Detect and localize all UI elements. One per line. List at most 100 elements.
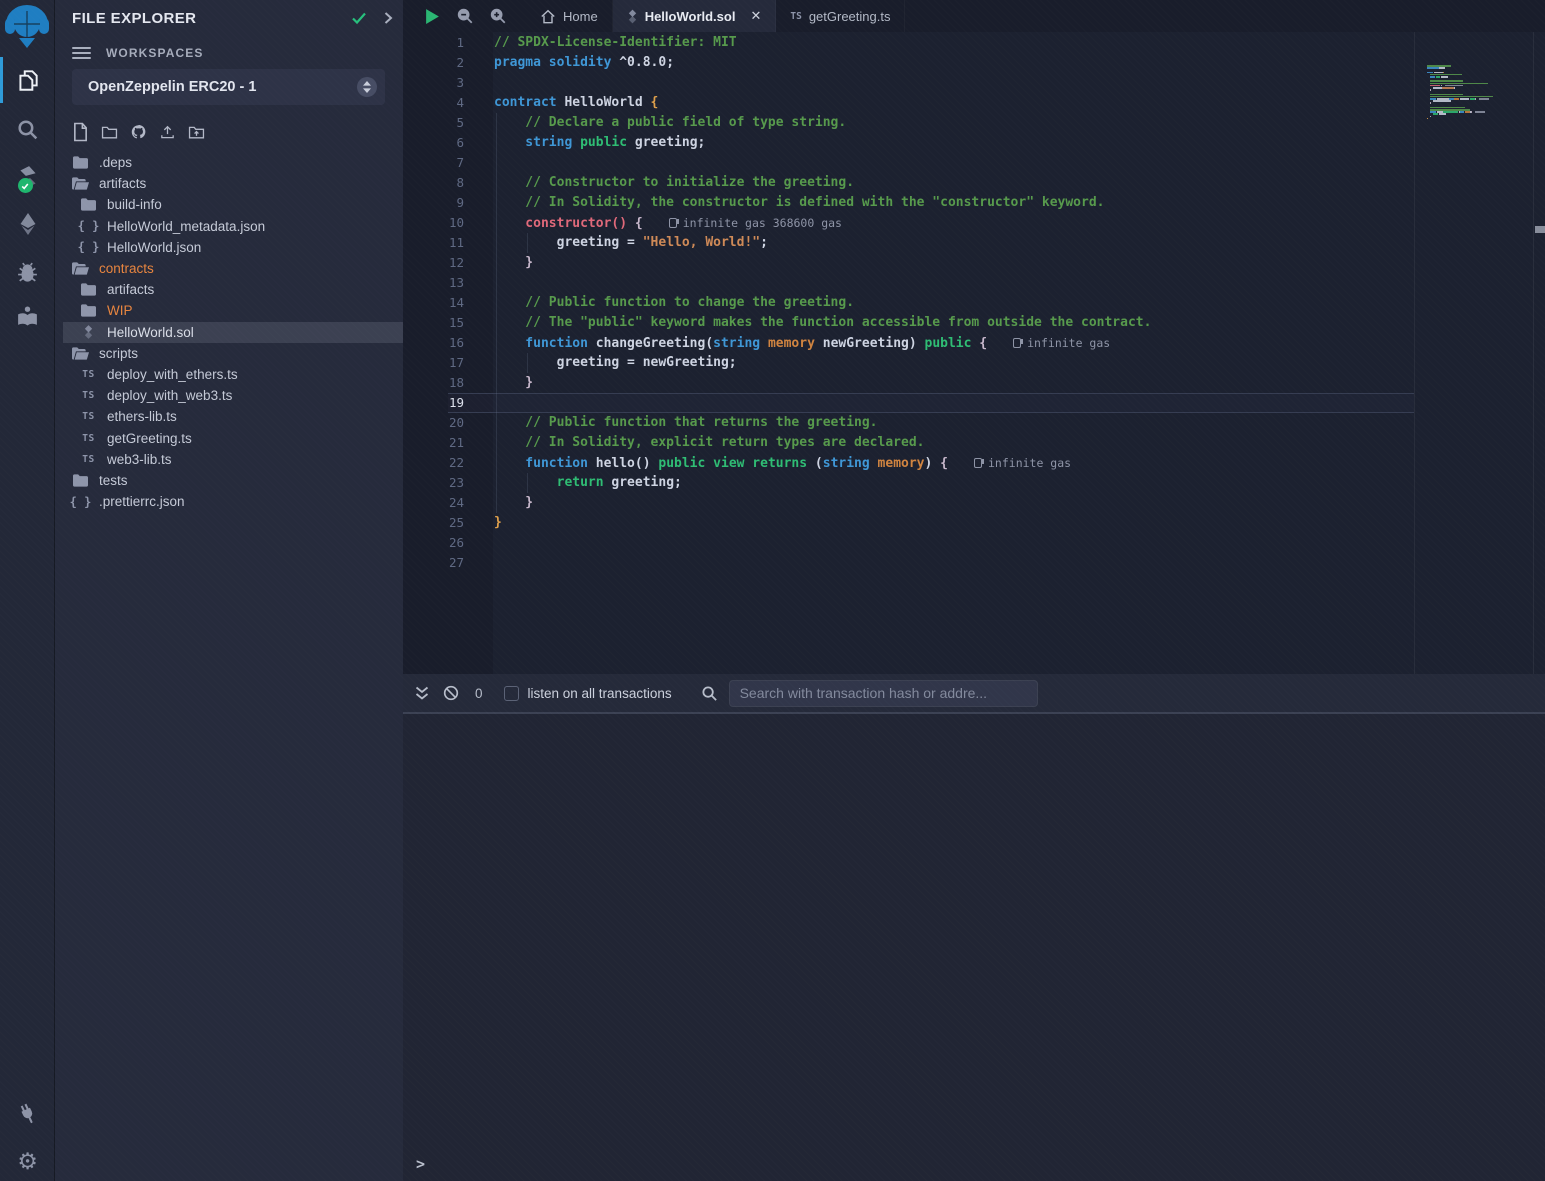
transaction-count: 0 <box>475 686 483 701</box>
code-line-12: } <box>494 253 1545 273</box>
home-icon <box>540 9 556 24</box>
scrollbar-thumb[interactable] <box>1535 226 1545 233</box>
deploy-run-rail-button[interactable] <box>0 201 55 247</box>
code-line-18: } <box>494 373 1545 393</box>
minimap[interactable] <box>1423 65 1528 145</box>
upload-file-icon[interactable] <box>159 120 176 144</box>
tree-item-scripts[interactable]: scripts <box>55 343 403 364</box>
code-line-14: // Public function to change the greetin… <box>494 293 1545 313</box>
remix-logo-icon[interactable] <box>2 2 52 54</box>
ban-icon[interactable] <box>443 685 459 701</box>
file-explorer-rail-button[interactable] <box>0 57 55 103</box>
line-number: 5 <box>403 113 464 133</box>
gear-icon: ⚙ <box>17 1151 38 1174</box>
close-icon[interactable]: ✕ <box>750 8 761 24</box>
line-number: 8 <box>403 173 464 193</box>
chevron-right-icon[interactable] <box>383 11 393 25</box>
code-line-24: } <box>494 493 1545 513</box>
compile-success-badge <box>18 178 33 193</box>
terminal-search-icon <box>701 685 718 702</box>
listen-transactions-label: listen on all transactions <box>528 686 672 701</box>
folder-open-icon <box>72 347 89 360</box>
line-number: 22 <box>403 453 464 473</box>
line-number: 14 <box>403 293 464 313</box>
tree-item-helloworld-json[interactable]: { }HelloWorld.json <box>55 237 403 258</box>
tree-item-deploy-with-ethers-ts[interactable]: TSdeploy_with_ethers.ts <box>55 364 403 385</box>
play-icon[interactable] <box>416 0 448 32</box>
hamburger-menu-icon[interactable] <box>72 44 91 62</box>
gas-estimate-hint: infinite gas 368600 gas <box>669 213 842 233</box>
new-file-icon[interactable] <box>72 120 89 144</box>
file-explorer-panel: FILE EXPLORER WORKSPACES OpenZeppelin ER… <box>55 0 403 1181</box>
tree-item-build-info[interactable]: build-info <box>55 194 403 215</box>
tree-item-tests[interactable]: tests <box>55 470 403 491</box>
editor-tabbar: Home HelloWorld.sol ✕ TS getGreeting.ts <box>403 0 1545 32</box>
tree-item-label: .prettierrc.json <box>99 494 185 509</box>
bug-icon <box>15 260 40 285</box>
tree-item-deploy-with-web3-ts[interactable]: TSdeploy_with_web3.ts <box>55 385 403 406</box>
debugger-rail-button[interactable] <box>0 249 55 295</box>
terminal-search-input[interactable] <box>729 680 1038 707</box>
terminal-prompt: > <box>416 1155 425 1173</box>
line-number: 4 <box>403 93 464 113</box>
tree-item-contracts[interactable]: contracts <box>55 258 403 279</box>
upload-folder-icon[interactable] <box>188 120 205 144</box>
workspace-sort-icon[interactable] <box>357 77 377 97</box>
workspace-select[interactable]: OpenZeppelin ERC20 - 1 <box>72 69 385 105</box>
ts-icon: TS <box>80 454 97 465</box>
line-number: 7 <box>403 153 464 173</box>
new-folder-icon[interactable] <box>101 120 118 144</box>
tree-item-artifacts[interactable]: artifacts <box>55 279 403 300</box>
learn-rail-button[interactable] <box>0 293 55 339</box>
line-number: 26 <box>403 533 464 553</box>
tree-item--prettierrc-json[interactable]: { } .prettierrc.json <box>55 491 403 512</box>
folder-open-icon <box>72 177 89 190</box>
tree-item-artifacts[interactable]: artifacts <box>55 173 403 194</box>
chevrons-down-icon[interactable] <box>414 686 430 701</box>
file-explorer-toolbar <box>72 120 205 146</box>
code-line-15: // The "public" keyword makes the functi… <box>494 313 1545 333</box>
tree-item-getgreeting-ts[interactable]: TSgetGreeting.ts <box>55 427 403 448</box>
tree-item-web3-lib-ts[interactable]: TSweb3-lib.ts <box>55 449 403 470</box>
book-reader-icon <box>15 304 40 329</box>
tab-getgreeting-ts[interactable]: TS getGreeting.ts <box>776 0 905 32</box>
terminal-output[interactable]: > <box>403 714 1545 1181</box>
line-numbers: 1234567891011121314151617181920212223242… <box>403 33 464 573</box>
tree-item-helloworld-sol[interactable]: HelloWorld.sol <box>63 322 403 343</box>
folder-icon <box>80 283 97 296</box>
code-line-2: pragma solidity ^0.8.0; <box>494 53 1545 73</box>
scrollbar[interactable] <box>1533 32 1545 674</box>
solidity-compiler-rail-button[interactable] <box>0 154 55 200</box>
gas-estimate-hint: infinite gas <box>974 453 1071 473</box>
code-line-11: greeting = "Hello, World!"; <box>494 233 1545 253</box>
editor-area: Home HelloWorld.sol ✕ TS getGreeting.ts … <box>403 0 1545 1181</box>
tree-item--deps[interactable]: .deps <box>55 152 403 173</box>
tree-item-helloworld-metadata-json[interactable]: { }HelloWorld_metadata.json <box>55 216 403 237</box>
tree-item-ethers-lib-ts[interactable]: TSethers-lib.ts <box>55 406 403 427</box>
workspaces-row: WORKSPACES <box>72 43 203 63</box>
tree-item-wip[interactable]: WIP <box>55 300 403 321</box>
editor-controls <box>403 0 514 32</box>
gas-pump-icon <box>974 458 982 468</box>
tree-item-label: HelloWorld_metadata.json <box>107 219 265 234</box>
plugin-manager-rail-button[interactable] <box>0 1090 55 1136</box>
line-number: 6 <box>403 133 464 153</box>
check-icon <box>351 11 367 25</box>
listen-transactions-checkbox[interactable] <box>504 686 519 701</box>
tree-item-label: tests <box>99 473 128 488</box>
indent-guide <box>527 233 528 253</box>
tab-helloworld-sol[interactable]: HelloWorld.sol ✕ <box>613 0 777 32</box>
ts-icon: TS <box>80 411 97 422</box>
search-rail-button[interactable] <box>0 106 55 152</box>
github-icon[interactable] <box>130 120 147 144</box>
zoom-out-icon[interactable] <box>449 0 481 32</box>
json-icon: { } <box>72 495 89 509</box>
code-line-7 <box>494 153 1545 173</box>
code-editor[interactable]: 1234567891011121314151617181920212223242… <box>403 32 1545 674</box>
zoom-in-icon[interactable] <box>482 0 514 32</box>
folder-icon <box>72 474 89 487</box>
settings-rail-button[interactable]: ⚙ <box>0 1139 55 1181</box>
tab-home[interactable]: Home <box>526 0 613 32</box>
remix-ide-window: ⚙ FILE EXPLORER WORKSPACES OpenZeppelin … <box>0 0 1545 1181</box>
solidity-file-icon <box>627 9 638 24</box>
